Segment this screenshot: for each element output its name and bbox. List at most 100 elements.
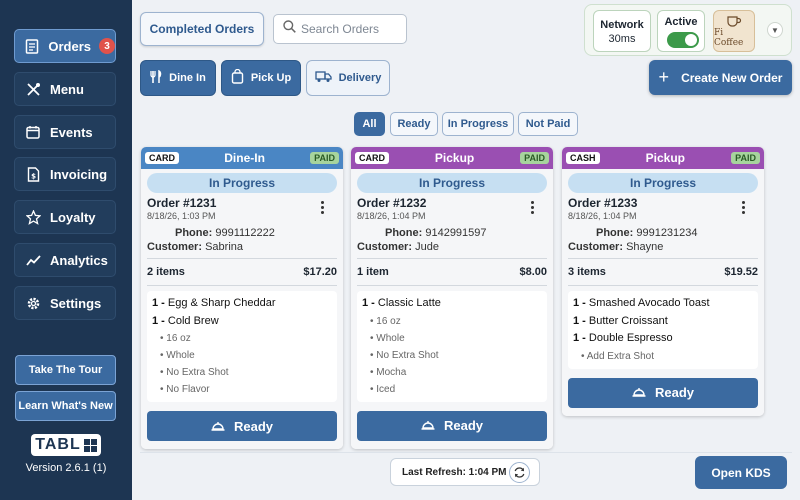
paid-badge: PAID	[731, 152, 760, 164]
ready-label: Ready	[654, 385, 695, 400]
status-pill: In Progress	[568, 173, 758, 193]
ready-button[interactable]: Ready	[147, 411, 337, 441]
sidebar-item-orders[interactable]: Orders 3	[14, 29, 116, 63]
item-modifier: • 16 oz	[160, 333, 191, 344]
dine-in-label: Dine In	[169, 72, 206, 84]
line-item: 1 - Double Espresso	[573, 332, 673, 344]
order-type-label: Dine-In	[224, 151, 265, 165]
phone-label: Phone:	[596, 227, 634, 239]
sidebar-item-label: Invoicing	[50, 166, 108, 182]
customer-value: Sabrina	[205, 241, 243, 253]
more-options-icon[interactable]	[742, 201, 746, 216]
customer-name: Customer: Shayne	[568, 241, 758, 253]
sidebar-item-loyalty[interactable]: Loyalty	[14, 200, 116, 234]
item-modifier: • No Extra Shot	[160, 367, 229, 378]
filter-ready[interactable]: Ready	[390, 112, 438, 136]
app-version: Version 2.6.1 (1)	[25, 462, 107, 474]
item-modifier: • 16 oz	[370, 315, 401, 327]
bag-icon	[231, 68, 244, 87]
search-icon	[283, 20, 296, 38]
truck-icon	[314, 70, 332, 86]
sidebar: Orders 3 Menu Events $ Invoicing Loyalty…	[0, 0, 132, 500]
order-summary: 1 item $8.00	[357, 264, 547, 280]
network-latency: 30ms	[608, 33, 636, 45]
create-order-button[interactable]: + Create New Order	[649, 60, 792, 95]
store-avatar[interactable]: Fi Coffee	[713, 10, 755, 52]
phone-label: Phone:	[175, 227, 213, 239]
order-total: $8.00	[519, 266, 547, 278]
sidebar-item-label: Analytics	[50, 252, 108, 268]
sidebar-item-label: Settings	[50, 295, 102, 311]
ready-label: Ready	[443, 418, 484, 433]
item-count: 2 items	[147, 266, 185, 278]
pick-up-label: Pick Up	[250, 72, 292, 84]
ready-button[interactable]: Ready	[357, 410, 547, 441]
open-kds-button[interactable]: Open KDS	[695, 456, 787, 489]
take-tour-button[interactable]: Take The Tour	[15, 355, 116, 385]
create-order-label: Create New Order	[681, 70, 783, 85]
customer-label: Customer:	[147, 241, 203, 253]
refresh-icon[interactable]	[509, 462, 530, 483]
plus-icon: +	[658, 67, 670, 87]
avatar-text: Fi Coffee	[714, 28, 744, 48]
item-modifier: • No Extra Shot	[370, 349, 439, 361]
paid-badge: PAID	[520, 152, 549, 164]
item-modifier: • Whole	[160, 350, 195, 361]
delivery-label: Delivery	[338, 72, 382, 84]
more-options-icon[interactable]	[321, 201, 325, 216]
status-pill: In Progress	[357, 173, 547, 193]
gear-icon	[25, 295, 41, 311]
customer-label: Customer:	[357, 241, 413, 253]
service-bell-icon	[632, 385, 646, 400]
order-date: 8/18/26, 1:04 PM	[357, 211, 426, 221]
ready-label: Ready	[233, 418, 274, 434]
customer-name: Customer: Sabrina	[147, 241, 337, 253]
item-count: 1 item	[357, 266, 389, 278]
line-item: 1 - Classic Latte	[362, 297, 441, 309]
order-card: CASH Pickup PAID In Progress Order #1233…	[562, 147, 764, 416]
logo-mark-icon	[83, 438, 97, 452]
utensils-icon	[150, 69, 162, 87]
tabl-logo: TABL	[31, 434, 101, 456]
dine-in-button[interactable]: Dine In	[140, 60, 216, 96]
pick-up-button[interactable]: Pick Up	[221, 60, 301, 96]
chevron-down-icon[interactable]: ▼	[767, 22, 783, 38]
last-refresh-panel: Last Refresh: 1:04 PM	[390, 458, 540, 486]
customer-name: Customer: Jude	[357, 241, 547, 253]
delivery-button[interactable]: Delivery	[306, 60, 390, 96]
utensils-icon	[25, 81, 41, 97]
order-number: Order #1233	[568, 196, 638, 210]
sidebar-item-label: Menu	[50, 81, 84, 97]
search-box	[273, 14, 407, 44]
more-options-icon[interactable]	[531, 201, 535, 216]
active-toggle[interactable]	[667, 32, 699, 48]
sidebar-item-events[interactable]: Events	[14, 115, 116, 149]
order-type-label: Pickup	[645, 151, 686, 165]
item-modifier: • No Flavor	[160, 384, 210, 395]
line-item: 1 - Egg & Sharp Cheddar	[152, 297, 276, 309]
order-date: 8/18/26, 1:04 PM	[568, 211, 637, 221]
line-item: 1 - Butter Croissant	[573, 314, 668, 327]
customer-value: Shayne	[626, 241, 664, 253]
search-input[interactable]	[301, 22, 401, 36]
sidebar-item-settings[interactable]: Settings	[14, 286, 116, 320]
ready-button[interactable]: Ready	[568, 377, 758, 408]
divider	[568, 285, 758, 286]
sidebar-item-menu[interactable]: Menu	[14, 72, 116, 106]
payment-badge: CARD	[145, 152, 179, 164]
sidebar-item-analytics[interactable]: Analytics	[14, 243, 116, 277]
filter-in-progress[interactable]: In Progress	[442, 112, 514, 136]
filter-all[interactable]: All	[354, 112, 385, 136]
coffee-cup-icon	[727, 16, 742, 27]
divider	[568, 258, 758, 259]
sidebar-item-invoicing[interactable]: $ Invoicing	[14, 157, 116, 191]
completed-orders-button[interactable]: Completed Orders	[140, 12, 264, 46]
item-count: 3 items	[568, 266, 606, 278]
filter-not-paid[interactable]: Not Paid	[518, 112, 578, 136]
line-item: 1 - Cold Brew	[152, 314, 219, 327]
order-summary: 2 items $17.20	[147, 264, 337, 280]
order-summary: 3 items $19.52	[568, 264, 758, 280]
whats-new-button[interactable]: Learn What's New	[15, 391, 116, 421]
network-status: Network 30ms	[593, 10, 651, 52]
star-icon	[25, 209, 41, 225]
